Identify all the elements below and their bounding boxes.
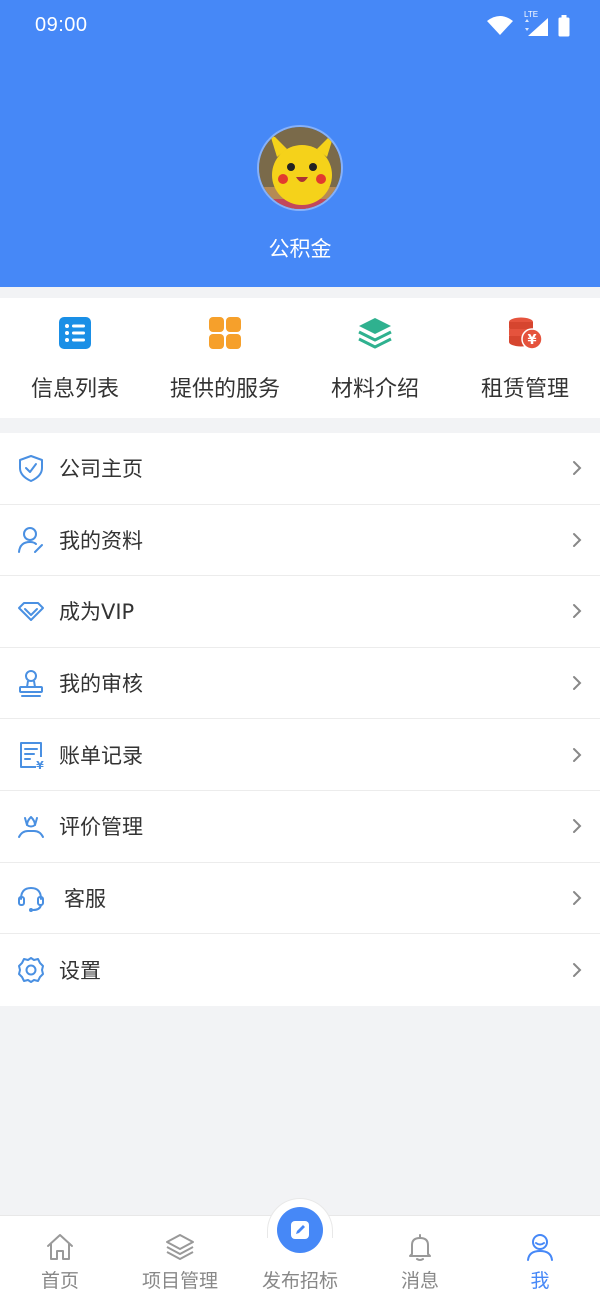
- quick-action-label: 提供的服务: [169, 377, 280, 402]
- tab-label: 首页: [40, 1270, 79, 1292]
- settings-menu: 公司主页 我的资料 成为VIP 我的审核 ¥ 账单记录 评价管理 客服 设置: [0, 433, 600, 1006]
- layers-icon: [358, 318, 392, 349]
- tab-home[interactable]: 首页: [0, 1216, 120, 1300]
- menu-item-customer-service[interactable]: 客服: [0, 863, 600, 935]
- apps-grid-icon: [209, 317, 241, 349]
- flower-hand-icon: [18, 816, 44, 839]
- quick-action-label: 材料介绍: [330, 377, 419, 402]
- tab-label: 消息: [400, 1270, 439, 1292]
- gear-icon: [18, 956, 44, 983]
- tab-project-management[interactable]: 项目管理: [120, 1216, 240, 1300]
- menu-item-settings[interactable]: 设置: [0, 934, 600, 1006]
- tab-me[interactable]: 我: [480, 1216, 600, 1300]
- list-icon: [59, 317, 91, 349]
- menu-item-label: 我的审核: [59, 672, 143, 697]
- quick-action-label: 信息列表: [30, 377, 119, 402]
- menu-item-label: 我的资料: [59, 528, 143, 553]
- chevron-right-icon: [573, 461, 582, 476]
- tab-publish-tender[interactable]: 发布招标: [240, 1207, 360, 1300]
- quick-action-materials[interactable]: 材料介绍: [300, 298, 450, 418]
- avatar[interactable]: [257, 125, 343, 211]
- chevron-right-icon: [573, 604, 582, 619]
- svg-text:¥: ¥: [527, 333, 536, 348]
- status-bar: 09:00 LTE: [0, 0, 600, 56]
- menu-item-my-review[interactable]: 我的审核: [0, 648, 600, 720]
- chevron-right-icon: [573, 676, 582, 691]
- stamp-icon: [19, 670, 43, 698]
- chevron-right-icon: [573, 747, 582, 762]
- menu-item-label: 账单记录: [59, 743, 143, 768]
- menu-item-label: 客服: [64, 886, 106, 911]
- menu-item-my-profile[interactable]: 我的资料: [0, 505, 600, 577]
- menu-item-label: 设置: [59, 958, 101, 983]
- menu-item-become-vip[interactable]: 成为VIP: [0, 576, 600, 648]
- user-edit-icon: [18, 526, 43, 553]
- bell-icon: [409, 1234, 431, 1261]
- tab-messages[interactable]: 消息: [360, 1216, 480, 1300]
- shield-check-icon: [19, 455, 43, 483]
- diamond-icon: [18, 602, 44, 622]
- wifi-icon: [487, 16, 513, 35]
- tab-label: 发布招标: [261, 1270, 338, 1292]
- chevron-right-icon: [573, 819, 582, 834]
- quick-action-services[interactable]: 提供的服务: [150, 298, 300, 418]
- bottom-tab-bar: 首页 项目管理 发布招标 消息 我: [0, 1198, 600, 1300]
- chevron-right-icon: [573, 962, 582, 977]
- coin-stack-icon: ¥: [509, 317, 543, 350]
- chevron-right-icon: [573, 532, 582, 547]
- user-icon: [527, 1234, 553, 1261]
- menu-item-bill-records[interactable]: ¥ 账单记录: [0, 719, 600, 791]
- profile-header: 09:00 LTE 公积金: [0, 0, 600, 287]
- menu-item-label: 成为VIP: [59, 600, 135, 625]
- status-time: 09:00: [35, 14, 88, 36]
- status-icons: LTE: [486, 10, 570, 38]
- profile-name: 公积金: [268, 237, 332, 261]
- svg-text:¥: ¥: [36, 759, 44, 770]
- headset-icon: [18, 886, 44, 912]
- chevron-right-icon: [573, 890, 582, 905]
- menu-item-label: 评价管理: [59, 815, 143, 840]
- quick-action-info-list[interactable]: 信息列表: [0, 298, 150, 418]
- menu-item-label: 公司主页: [59, 457, 143, 482]
- cell-signal-icon: LTE: [522, 10, 550, 38]
- menu-item-company-home[interactable]: 公司主页: [0, 433, 600, 505]
- quick-action-rental[interactable]: ¥ 租赁管理: [450, 298, 600, 418]
- quick-actions-grid: 信息列表 提供的服务 材料介绍 ¥ 租赁管理: [0, 298, 600, 418]
- tab-label: 项目管理: [141, 1270, 218, 1292]
- home-icon: [47, 1234, 73, 1260]
- menu-item-review-management[interactable]: 评价管理: [0, 791, 600, 863]
- layers-icon: [166, 1234, 194, 1260]
- quick-action-label: 租赁管理: [480, 377, 569, 402]
- publish-tender-button[interactable]: [277, 1207, 323, 1253]
- tab-label: 我: [530, 1270, 550, 1292]
- bill-icon: ¥: [20, 741, 44, 770]
- edit-icon: [291, 1221, 309, 1239]
- battery-icon: [558, 15, 570, 37]
